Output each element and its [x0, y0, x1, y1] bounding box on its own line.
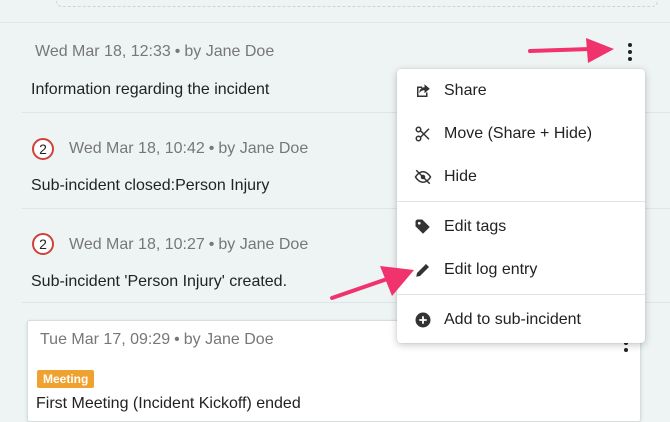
previous-entry-outline — [56, 0, 658, 7]
entry-author: by Jane Doe — [218, 140, 309, 157]
entry-meta: Wed Mar 18, 10:27 • by Jane Doe — [69, 236, 309, 253]
tag-icon — [413, 217, 433, 237]
menu-divider — [397, 201, 645, 202]
divider — [0, 22, 670, 23]
entry-author: by Jane Doe — [184, 43, 275, 60]
entry-text: Information regarding the incident — [31, 81, 270, 98]
menu-item-label: Hide — [444, 168, 477, 185]
entry-timestamp: Wed Mar 18, 10:42 — [69, 140, 205, 157]
annotation-arrow-icon — [528, 38, 614, 63]
entry-meta: Tue Mar 17, 09:29 • by Jane Doe — [40, 331, 274, 348]
entry-author: by Jane Doe — [218, 236, 309, 253]
menu-item-label: Share — [444, 82, 487, 99]
sub-incident-badge: 2 — [32, 233, 54, 255]
entry-timestamp: Wed Mar 18, 10:27 — [69, 236, 205, 253]
share-icon — [413, 81, 433, 101]
eye-off-icon — [413, 167, 433, 187]
entry-timestamp: Wed Mar 18, 12:33 — [35, 43, 171, 60]
entry-text: Sub-incident closed:Person Injury — [31, 177, 270, 194]
sub-incident-badge: 2 — [32, 138, 54, 160]
entry-menu-button[interactable] — [618, 40, 642, 64]
entry-timestamp: Tue Mar 17, 09:29 — [40, 331, 171, 348]
menu-item-share[interactable]: Share — [397, 71, 645, 111]
menu-item-add-to-sub-incident[interactable]: Add to sub-incident — [397, 300, 645, 340]
annotation-arrow-icon — [330, 266, 414, 300]
entry-text: First Meeting (Incident Kickoff) ended — [36, 395, 301, 412]
entry-meta: Wed Mar 18, 10:42 • by Jane Doe — [69, 140, 309, 157]
menu-item-label: Edit log entry — [444, 261, 538, 278]
entry-author: by Jane Doe — [183, 331, 274, 348]
meeting-tag: Meeting — [37, 370, 95, 388]
menu-item-edit-tags[interactable]: Edit tags — [397, 207, 645, 247]
scissors-icon — [413, 124, 433, 144]
entry-context-menu: Share Move (Share + Hide) Hide Edit tags… — [397, 69, 645, 343]
menu-item-label: Edit tags — [444, 218, 507, 235]
menu-divider — [397, 294, 645, 295]
menu-item-hide[interactable]: Hide — [397, 157, 645, 197]
menu-item-label: Add to sub-incident — [444, 311, 581, 328]
entry-meta: Wed Mar 18, 12:33 • by Jane Doe — [35, 43, 275, 60]
plus-circle-icon — [413, 310, 433, 330]
menu-item-edit-log-entry[interactable]: Edit log entry — [397, 250, 645, 290]
menu-item-move[interactable]: Move (Share + Hide) — [397, 114, 645, 154]
entry-text: Sub-incident 'Person Injury' created. — [31, 273, 288, 290]
menu-item-label: Move (Share + Hide) — [444, 125, 593, 142]
